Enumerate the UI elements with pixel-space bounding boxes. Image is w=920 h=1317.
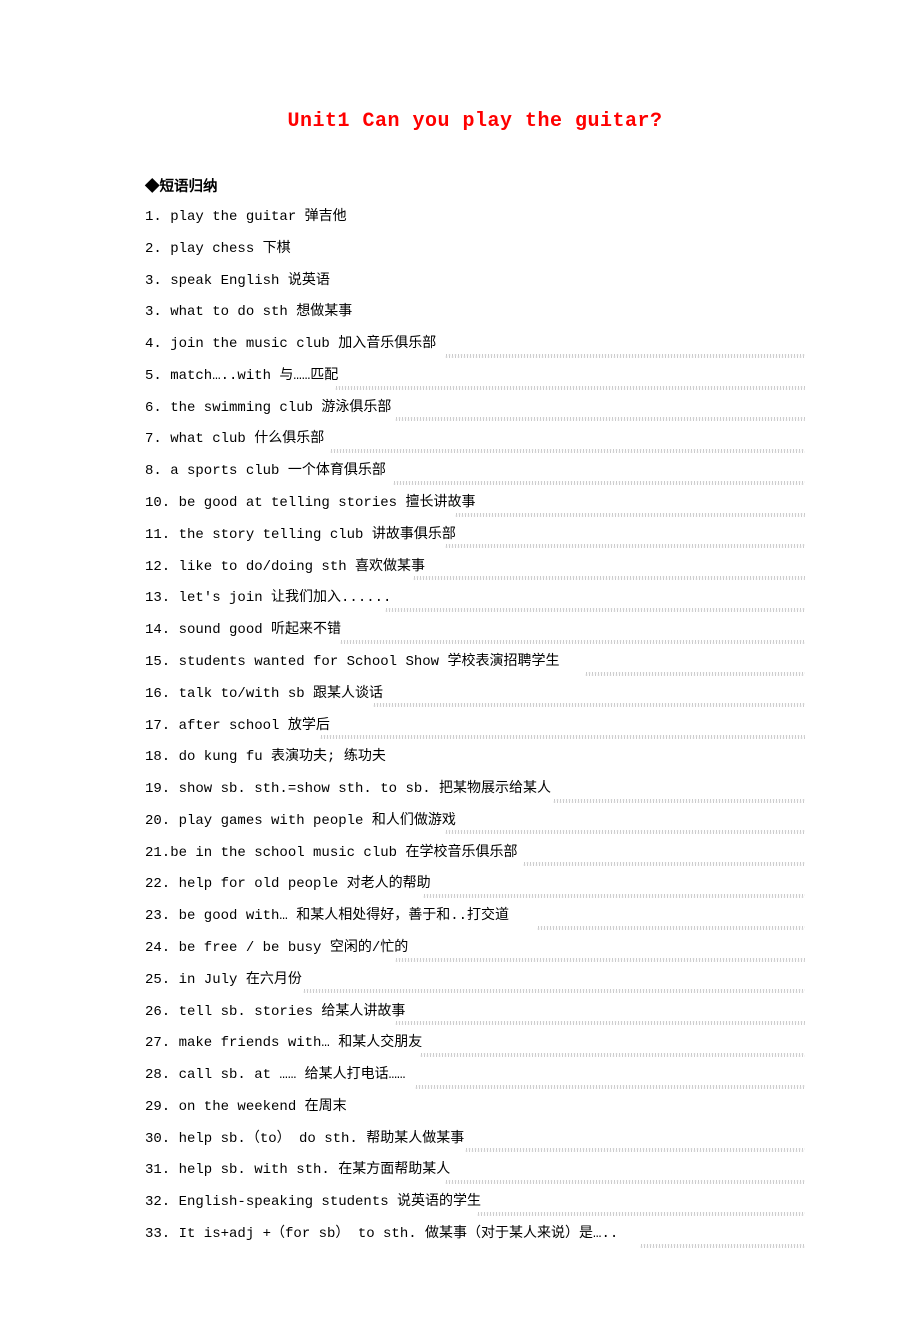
phrase-text: 32. English-speaking students 说英语的学生 [145, 1194, 481, 1210]
list-item: 23. be good with… 和某人相处得好，善于和..打交道 [145, 907, 805, 927]
phrase-text: 33. It is+adj +（for sb） to sth. 做某事（对于某人… [145, 1226, 618, 1242]
underline-wave [413, 576, 805, 580]
underline-wave [465, 1148, 805, 1152]
list-item: 11. the story telling club 讲故事俱乐部 [145, 526, 805, 546]
underline-wave [423, 894, 805, 898]
underline-wave [320, 735, 805, 739]
underline-wave [585, 672, 805, 676]
underline-wave [640, 1244, 805, 1248]
phrase-text: 29. on the weekend 在周末 [145, 1099, 347, 1115]
phrase-text: 24. be free / be busy 空闲的/忙的 [145, 940, 408, 956]
list-item: 13. let's join 让我们加入...... [145, 589, 805, 609]
underline-wave [393, 481, 805, 485]
phrase-text: 19. show sb. sth.=show sth. to sb. 把某物展示… [145, 781, 551, 797]
phrase-text: 22. help for old people 对老人的帮助 [145, 876, 431, 892]
underline-wave [330, 449, 805, 453]
list-item: 12. like to do/doing sth 喜欢做某事 [145, 558, 805, 578]
list-item: 20. play games with people 和人们做游戏 [145, 812, 805, 832]
underline-wave [415, 1085, 805, 1089]
list-item: 25. in July 在六月份 [145, 971, 805, 991]
list-item: 14. sound good 听起来不错 [145, 621, 805, 641]
list-item: 10. be good at telling stories 擅长讲故事 [145, 494, 805, 514]
underline-wave [395, 958, 805, 962]
underline-wave [455, 513, 805, 517]
page: Unit1 Can you play the guitar? ◆短语归纳 1. … [0, 0, 920, 1317]
list-item: 1. play the guitar 弹吉他 [145, 208, 805, 228]
phrase-text: 5. match…..with 与……匹配 [145, 368, 338, 384]
underline-wave [445, 830, 805, 834]
list-item: 8. a sports club 一个体育俱乐部 [145, 462, 805, 482]
list-item: 31. help sb. with sth. 在某方面帮助某人 [145, 1161, 805, 1181]
list-item: 19. show sb. sth.=show sth. to sb. 把某物展示… [145, 780, 805, 800]
underline-wave [477, 1212, 805, 1216]
list-item: 7. what club 什么俱乐部 [145, 430, 805, 450]
phrase-text: 28. call sb. at …… 给某人打电话…… [145, 1067, 405, 1083]
underline-wave [373, 703, 805, 707]
list-item: 28. call sb. at …… 给某人打电话…… [145, 1066, 805, 1086]
list-item: 24. be free / be busy 空闲的/忙的 [145, 939, 805, 959]
phrase-text: 27. make friends with… 和某人交朋友 [145, 1035, 422, 1051]
underline-wave [553, 799, 805, 803]
phrase-text: 15. students wanted for School Show 学校表演… [145, 654, 559, 670]
phrase-text: 3. what to do sth 想做某事 [145, 304, 352, 320]
list-item: 4. join the music club 加入音乐俱乐部 [145, 335, 805, 355]
phrase-text: 25. in July 在六月份 [145, 972, 302, 988]
list-item: 16. talk to/with sb 跟某人谈话 [145, 685, 805, 705]
phrase-text: 7. what club 什么俱乐部 [145, 431, 324, 447]
list-item: 15. students wanted for School Show 学校表演… [145, 653, 805, 673]
underline-wave [335, 386, 805, 390]
phrase-text: 20. play games with people 和人们做游戏 [145, 813, 456, 829]
phrase-text: 31. help sb. with sth. 在某方面帮助某人 [145, 1162, 450, 1178]
phrase-text: 6. the swimming club 游泳俱乐部 [145, 400, 391, 416]
list-item: 18. do kung fu 表演功夫; 练功夫 [145, 748, 805, 768]
list-item: 32. English-speaking students 说英语的学生 [145, 1193, 805, 1213]
list-item: 22. help for old people 对老人的帮助 [145, 875, 805, 895]
phrase-list: 1. play the guitar 弹吉他 2. play chess 下棋 3.… [145, 208, 805, 1245]
list-item: 29. on the weekend 在周末 [145, 1098, 805, 1118]
phrase-text: 11. the story telling club 讲故事俱乐部 [145, 527, 456, 543]
underline-wave [445, 1180, 805, 1184]
list-item: 6. the swimming club 游泳俱乐部 [145, 399, 805, 419]
underline-wave [385, 608, 805, 612]
underline-wave [395, 417, 805, 421]
phrase-text: 30. help sb.（to） do sth. 帮助某人做某事 [145, 1131, 464, 1147]
list-item: 5. match…..with 与……匹配 [145, 367, 805, 387]
underline-wave [303, 989, 805, 993]
list-item: 27. make friends with… 和某人交朋友 [145, 1034, 805, 1054]
phrase-text: 8. a sports club 一个体育俱乐部 [145, 463, 386, 479]
underline-wave [537, 926, 805, 930]
underline-wave [340, 640, 805, 644]
list-item: 3. speak English 说英语 [145, 272, 805, 292]
underline-wave [420, 1053, 805, 1057]
unit-title: Unit1 Can you play the guitar? [145, 110, 805, 133]
phrase-text: 10. be good at telling stories 擅长讲故事 [145, 495, 475, 511]
underline-wave [523, 862, 805, 866]
phrase-text: 13. let's join 让我们加入...... [145, 590, 391, 606]
section-header: ◆短语归纳 [145, 175, 805, 196]
phrase-text: 3. speak English 说英语 [145, 273, 330, 289]
underline-wave [445, 354, 805, 358]
phrase-text: 12. like to do/doing sth 喜欢做某事 [145, 559, 425, 575]
list-item: 21.be in the school music club 在学校音乐俱乐部 [145, 844, 805, 864]
list-item: 30. help sb.（to） do sth. 帮助某人做某事 [145, 1130, 805, 1150]
phrase-text: 2. play chess 下棋 [145, 241, 291, 257]
list-item: 26. tell sb. stories 给某人讲故事 [145, 1003, 805, 1023]
phrase-text: 14. sound good 听起来不错 [145, 622, 341, 638]
phrase-text: 16. talk to/with sb 跟某人谈话 [145, 686, 383, 702]
underline-wave [445, 544, 805, 548]
list-item: 3. what to do sth 想做某事 [145, 303, 805, 323]
phrase-text: 21.be in the school music club 在学校音乐俱乐部 [145, 845, 517, 861]
list-item: 17. after school 放学后 [145, 717, 805, 737]
phrase-text: 26. tell sb. stories 给某人讲故事 [145, 1004, 405, 1020]
phrase-text: 18. do kung fu 表演功夫; 练功夫 [145, 749, 386, 765]
phrase-text: 17. after school 放学后 [145, 718, 330, 734]
underline-wave [395, 1021, 805, 1025]
list-item: 2. play chess 下棋 [145, 240, 805, 260]
phrase-text: 4. join the music club 加入音乐俱乐部 [145, 336, 436, 352]
phrase-text: 23. be good with… 和某人相处得好，善于和..打交道 [145, 908, 509, 924]
phrase-text: 1. play the guitar 弹吉他 [145, 209, 347, 225]
list-item: 33. It is+adj +（for sb） to sth. 做某事（对于某人… [145, 1225, 805, 1245]
